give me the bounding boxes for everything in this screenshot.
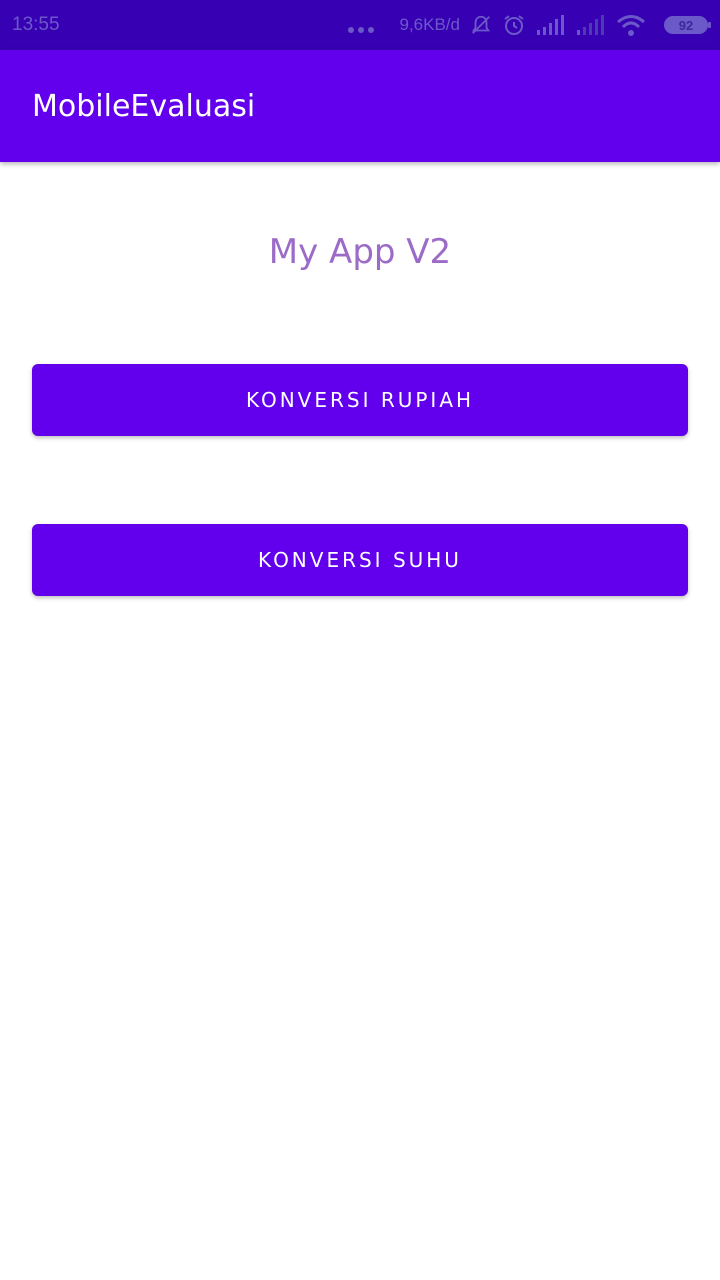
status-bar: 13:55 9,6KB/d 92 <box>0 0 720 50</box>
status-icons: 9,6KB/d 92 <box>347 13 711 37</box>
konversi-rupiah-button[interactable]: KONVERSI RUPIAH <box>32 364 688 436</box>
konversi-rupiah-label: KONVERSI RUPIAH <box>245 388 475 412</box>
alarm-icon <box>504 15 524 35</box>
page-heading: My App V2 <box>268 232 452 272</box>
wifi-icon <box>617 15 645 36</box>
network-speed: 9,6KB/d <box>399 15 461 34</box>
battery-icon: 92 <box>664 16 711 34</box>
signal-icon <box>537 15 564 35</box>
konversi-suhu-label: KONVERSI SUHU <box>258 548 462 572</box>
signal-weak-icon <box>577 15 604 35</box>
more-dots-icon <box>347 27 374 33</box>
app-title: MobileEvaluasi <box>32 88 256 124</box>
konversi-suhu-button[interactable]: KONVERSI SUHU <box>32 524 688 596</box>
app-bar: MobileEvaluasi <box>0 50 720 162</box>
battery-level: 92 <box>678 17 694 33</box>
status-time: 13:55 <box>12 14 60 35</box>
notifications-off-icon <box>471 15 491 34</box>
